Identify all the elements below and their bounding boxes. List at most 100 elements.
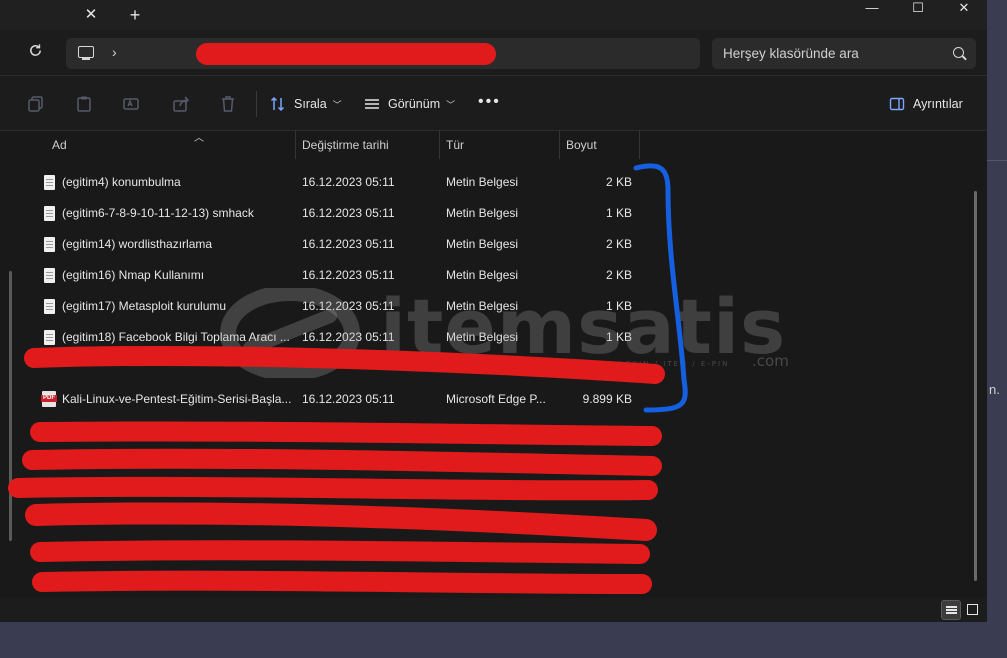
- file-size: 2 KB: [605, 268, 632, 282]
- title-bar: ✕ + — ☐ ✕: [0, 0, 987, 30]
- close-tab-icon[interactable]: ✕: [80, 4, 102, 26]
- details-label: Ayrıntılar: [913, 97, 963, 111]
- details-view-button[interactable]: [941, 600, 961, 620]
- sort-button[interactable]: Sırala ﹀: [270, 91, 342, 117]
- text-file-icon: [44, 299, 55, 314]
- close-window-button[interactable]: ✕: [941, 0, 987, 30]
- file-type: Metin Belgesi: [446, 330, 519, 344]
- file-row[interactable]: (egitim14) wordlisthazırlama 16.12.2023 …: [20, 229, 660, 260]
- column-name-label: Ad: [52, 138, 67, 152]
- new-tab-button[interactable]: +: [124, 4, 146, 26]
- file-type: Metin Belgesi: [446, 299, 519, 313]
- details-view-icon: [946, 606, 957, 608]
- file-row-redacted[interactable]: [20, 415, 660, 446]
- file-name: (egitim4) konumbulma: [62, 175, 181, 189]
- file-size: 2 KB: [605, 175, 632, 189]
- column-type-label: Tür: [446, 138, 464, 152]
- search-icon[interactable]: [953, 47, 964, 58]
- column-header-name[interactable]: Ad ︿: [46, 131, 296, 159]
- file-name: (egitim16) Nmap Kullanımı: [62, 268, 205, 282]
- file-name: (egitim6-7-8-9-10-11-12-13) smhack: [62, 206, 254, 220]
- file-type: Metin Belgesi: [446, 206, 519, 220]
- file-type: Metin Belgesi: [446, 268, 519, 282]
- more-options-button[interactable]: •••: [478, 93, 501, 111]
- details-pane-icon: [889, 97, 905, 111]
- sort-label: Sırala: [294, 97, 327, 111]
- file-row-redacted[interactable]: [20, 539, 660, 570]
- details-pane-button[interactable]: Ayrıntılar: [889, 91, 963, 117]
- chevron-down-icon: ﹀: [332, 99, 342, 110]
- file-type: Metin Belgesi: [446, 175, 519, 189]
- file-name: (egitim18) Facebook Bilgi Toplama Aracı …: [62, 330, 290, 344]
- rename-icon[interactable]: [122, 95, 140, 113]
- column-headers: Ad ︿ Değiştirme tarihi Tür Boyut: [20, 131, 965, 159]
- file-type: Microsoft Edge P...: [446, 392, 546, 406]
- address-field[interactable]: ›: [66, 38, 700, 69]
- view-button[interactable]: Görünüm ﹀: [364, 91, 455, 117]
- minimize-button[interactable]: —: [849, 0, 895, 30]
- breadcrumb-chevron-icon[interactable]: ›: [112, 44, 117, 60]
- this-pc-icon: [78, 46, 94, 60]
- file-date: 16.12.2023 05:11: [302, 392, 395, 406]
- text-file-icon: [44, 206, 55, 221]
- file-row-redacted[interactable]: [20, 446, 660, 477]
- paste-icon[interactable]: [75, 95, 93, 113]
- tab-strip: ✕ +: [0, 0, 850, 30]
- file-size: 1 KB: [605, 206, 632, 220]
- clipped-row: [44, 159, 664, 164]
- file-date: 16.12.2023 05:11: [302, 268, 395, 282]
- file-date: 16.12.2023 05:11: [302, 175, 395, 189]
- status-bar: [0, 598, 987, 622]
- file-row[interactable]: (egitim6-7-8-9-10-11-12-13) smhack 16.12…: [20, 198, 660, 229]
- window-controls: — ☐ ✕: [849, 0, 987, 30]
- file-list: (egitim4) konumbulma 16.12.2023 05:11 Me…: [20, 159, 965, 598]
- refresh-button[interactable]: [22, 40, 48, 66]
- file-date: 16.12.2023 05:11: [302, 237, 395, 251]
- column-header-date[interactable]: Değiştirme tarihi: [296, 131, 440, 159]
- background-window-edge: [987, 160, 1007, 161]
- column-header-type[interactable]: Tür: [440, 131, 560, 159]
- content-area: Ad ︿ Değiştirme tarihi Tür Boyut (egitim…: [0, 131, 987, 598]
- file-row[interactable]: Kali-Linux-ve-Pentest-Eğitim-Serisi-Başl…: [20, 384, 660, 415]
- maximize-button[interactable]: ☐: [895, 0, 941, 30]
- text-file-icon: [44, 268, 55, 283]
- address-bar-row: › Herşey klasöründe ara: [0, 30, 987, 76]
- toolbar-divider: [256, 91, 257, 117]
- file-name: (egitim14) wordlisthazırlama: [62, 237, 213, 251]
- file-size: 1 KB: [605, 299, 632, 313]
- search-input[interactable]: Herşey klasöründe ara: [712, 38, 976, 69]
- file-row-redacted[interactable]: [20, 508, 660, 539]
- vertical-scrollbar[interactable]: [974, 191, 977, 581]
- file-row[interactable]: (egitim17) Metasploit kurulumu 16.12.202…: [20, 291, 660, 322]
- file-date: 16.12.2023 05:11: [302, 299, 395, 313]
- file-name: (egitim17) Metasploit kurulumu: [62, 299, 227, 313]
- pdf-file-icon: [41, 391, 57, 407]
- command-bar: Sırala ﹀ Görünüm ﹀ ••• Ayrıntılar: [0, 77, 987, 131]
- column-date-label: Değiştirme tarihi: [302, 138, 389, 152]
- column-size-label: Boyut: [566, 138, 597, 152]
- file-row-redacted[interactable]: [20, 353, 660, 384]
- navigation-pane: [0, 131, 20, 598]
- text-file-icon: [44, 330, 55, 345]
- share-icon[interactable]: [172, 95, 190, 113]
- view-label: Görünüm: [388, 97, 441, 111]
- redaction-mark: [196, 43, 496, 65]
- file-row[interactable]: (egitim4) konumbulma 16.12.2023 05:11 Me…: [20, 167, 660, 198]
- file-row[interactable]: (egitim16) Nmap Kullanımı 16.12.2023 05:…: [20, 260, 660, 291]
- text-file-icon: [44, 175, 55, 190]
- navigation-scrollbar[interactable]: [9, 271, 12, 541]
- file-explorer-window: ✕ + — ☐ ✕ › Herşey klasöründe ara Sırala…: [0, 0, 987, 622]
- tiles-view-button[interactable]: [963, 600, 983, 620]
- column-header-size[interactable]: Boyut: [560, 131, 640, 159]
- chevron-down-icon: ﹀: [446, 99, 456, 110]
- file-date: 16.12.2023 05:11: [302, 330, 395, 344]
- file-row-redacted[interactable]: [20, 570, 660, 598]
- copy-icon[interactable]: [27, 95, 45, 113]
- file-row[interactable]: (egitim18) Facebook Bilgi Toplama Aracı …: [20, 322, 660, 353]
- file-type: Metin Belgesi: [446, 237, 519, 251]
- file-row-redacted[interactable]: [20, 477, 660, 508]
- refresh-icon: [29, 44, 41, 56]
- file-size: 2 KB: [605, 237, 632, 251]
- tiles-view-icon: [967, 604, 978, 615]
- delete-icon[interactable]: [219, 95, 237, 113]
